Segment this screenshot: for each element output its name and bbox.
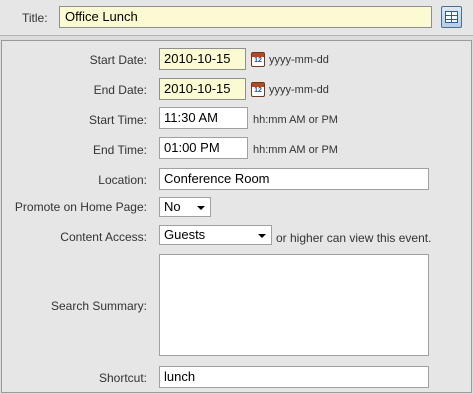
event-details-panel: Start Date: 2010-10-15 12 yyyy-mm-dd End… [1,40,472,393]
location-label: Location: [98,173,147,187]
chevron-down-icon [197,206,205,210]
start-date-format-hint: yyyy-mm-dd [269,54,329,66]
promote-select[interactable]: No [159,197,211,217]
end-date-input[interactable]: 2010-10-15 [159,78,246,100]
content-access-select[interactable]: Guests [159,225,272,245]
start-date-calendar-icon[interactable]: 12 [251,52,265,67]
shortcut-input[interactable]: lunch [159,366,429,388]
table-icon[interactable] [441,6,462,28]
end-date-label: End Date: [93,83,147,97]
title-bar: Title: Office Lunch [0,0,473,36]
title-input[interactable]: Office Lunch [59,6,432,28]
promote-selected-value: No [164,199,181,214]
end-date-format-hint: yyyy-mm-dd [269,84,329,96]
chevron-down-icon [258,234,266,238]
start-time-input[interactable]: 11:30 AM [159,107,248,129]
end-time-label: End Time: [92,143,147,157]
end-date-calendar-icon[interactable]: 12 [251,82,265,97]
table-grid-icon [445,11,458,23]
end-time-input[interactable]: 01:00 PM [159,137,248,159]
search-summary-label: Search Summary: [50,299,147,313]
promote-label: Promote on Home Page: [14,200,147,214]
start-time-format-hint: hh:mm AM or PM [253,114,338,126]
start-date-label: Start Date: [89,53,147,67]
title-label: Title: [22,11,48,25]
start-time-label: Start Time: [88,113,147,127]
shortcut-label: Shortcut: [98,371,147,385]
content-access-label: Content Access: [60,230,147,244]
content-access-suffix: or higher can view this event. [276,231,432,245]
search-summary-textarea[interactable] [159,254,429,356]
start-date-input[interactable]: 2010-10-15 [159,48,246,70]
content-access-selected-value: Guests [164,227,206,242]
end-time-format-hint: hh:mm AM or PM [253,144,338,156]
location-input[interactable]: Conference Room [159,168,429,190]
